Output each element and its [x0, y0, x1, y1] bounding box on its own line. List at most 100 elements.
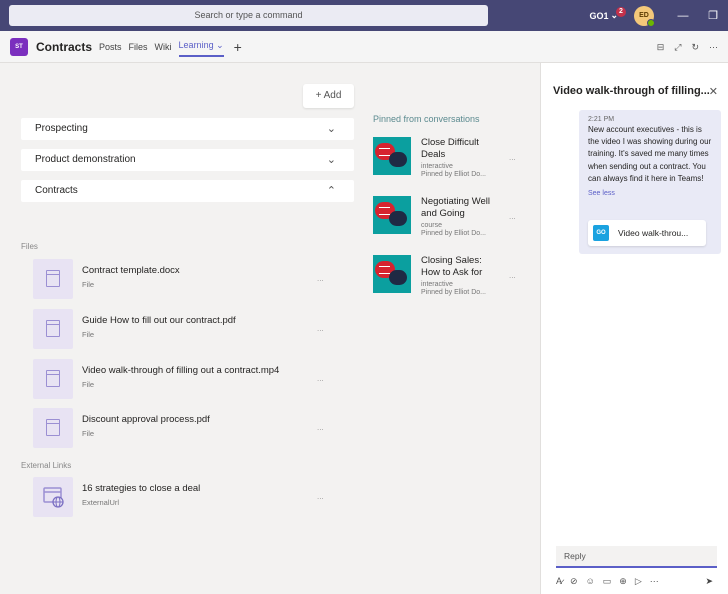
sticker-icon[interactable]: ▭ — [603, 576, 612, 587]
chat-bubbles-icon — [373, 196, 411, 234]
more-options-button[interactable]: ... — [509, 153, 516, 162]
team-avatar: ST — [10, 37, 28, 56]
more-options-button[interactable]: ... — [317, 492, 324, 501]
file-item[interactable]: Discount approval process.pdf File ... — [33, 408, 333, 450]
pinned-by: Pinned by Elliot Do... — [421, 171, 486, 178]
expand-icon[interactable]: ⤢ — [674, 42, 681, 53]
user-initials: ED — [639, 11, 649, 19]
tab-learning[interactable]: Learning ⌄ — [178, 36, 224, 57]
file-type: File — [82, 380, 95, 389]
more-options-button[interactable]: ... — [509, 212, 516, 221]
pinned-item[interactable]: Close Difficult Deals interactive Pinned… — [373, 137, 523, 185]
org-name: GO1 — [589, 10, 609, 21]
web-link-icon — [33, 477, 73, 517]
tab-wiki[interactable]: Wiki — [155, 38, 172, 56]
pinned-title: Negotiating Well and Going — [421, 196, 491, 219]
user-avatar[interactable]: ED — [634, 5, 655, 27]
file-name: Guide How to fill out our contract.pdf — [82, 315, 236, 326]
panel-title: Video walk-through of filling... — [553, 85, 710, 97]
attachment-card[interactable]: GO Video walk-throu... — [588, 220, 706, 246]
chevron-down-icon: ⌄ — [326, 123, 336, 135]
learning-tab-content: + Add Prospecting ⌄ Product demonstratio… — [0, 63, 540, 594]
pinned-item[interactable]: Negotiating Well and Going course Pinned… — [373, 196, 523, 244]
more-options-button[interactable]: ... — [317, 324, 324, 333]
pinned-kind: interactive — [421, 281, 453, 288]
chevron-down-icon: ⌄ — [326, 154, 336, 166]
pinned-title: Close Difficult Deals — [421, 137, 479, 160]
external-links-label: External Links — [21, 461, 72, 470]
pinned-by: Pinned by Elliot Do... — [421, 289, 486, 296]
conversation-icon[interactable]: ⊟ — [657, 42, 665, 53]
link-name: 16 strategies to close a deal — [82, 483, 201, 494]
document-icon — [33, 359, 73, 399]
file-item[interactable]: Video walk-through of filling out a cont… — [33, 359, 333, 401]
add-button[interactable]: + Add — [303, 84, 354, 108]
message-text: New account executives - this is the vid… — [588, 125, 712, 183]
search-input[interactable]: Search or type a command — [9, 5, 488, 26]
org-switcher[interactable]: GO1 ⌄ 2 — [589, 6, 626, 21]
message-timestamp: 2:21 PM — [588, 116, 615, 123]
section-label: Prospecting — [35, 123, 88, 134]
tab-files[interactable]: Files — [129, 38, 148, 56]
file-type: File — [82, 429, 95, 438]
file-item[interactable]: Contract template.docx File ... — [33, 259, 333, 301]
pinned-by: Pinned by Elliot Do... — [421, 230, 486, 237]
reply-input[interactable]: Reply — [556, 546, 717, 568]
presence-available-icon — [647, 18, 655, 27]
stream-icon[interactable]: ▷ — [635, 576, 642, 587]
link-item[interactable]: 16 strategies to close a deal ExternalUr… — [33, 477, 333, 519]
section-label: Contracts — [35, 185, 78, 196]
link-type: ExternalUrl — [82, 498, 120, 507]
file-type: File — [82, 280, 95, 289]
file-name: Video walk-through of filling out a cont… — [82, 365, 280, 376]
pinned-kind: course — [421, 222, 443, 229]
file-item[interactable]: Guide How to fill out our contract.pdf F… — [33, 309, 333, 351]
channel-header: ST Contracts Posts Files Wiki Learning ⌄… — [0, 31, 728, 63]
chevron-up-icon: ⌃ — [326, 185, 336, 197]
notification-badge: 2 — [616, 6, 626, 17]
document-icon — [33, 309, 73, 349]
minimize-button[interactable]: — — [668, 10, 698, 22]
see-less-link[interactable]: See less — [588, 190, 712, 197]
chat-message: 2:21 PM New account executives - this is… — [579, 110, 721, 254]
file-name: Discount approval process.pdf — [82, 414, 210, 425]
pinned-item[interactable]: Closing Sales: How to Ask for interactiv… — [373, 255, 523, 303]
format-icon[interactable]: A̷ — [556, 576, 562, 586]
tab-posts[interactable]: Posts — [99, 38, 122, 56]
send-icon[interactable]: ➤ — [705, 576, 713, 587]
close-button[interactable]: ✕ — [709, 85, 718, 98]
file-name: Contract template.docx — [82, 265, 180, 276]
go1-logo-icon: GO — [593, 225, 609, 241]
more-options-icon[interactable]: ⋯ — [650, 576, 659, 587]
refresh-icon[interactable]: ↻ — [691, 42, 699, 53]
files-label: Files — [21, 242, 38, 251]
more-options-icon[interactable]: ⋯ — [709, 42, 718, 53]
title-bar-right: GO1 ⌄ 2 ED — ❐ — [589, 0, 728, 31]
file-type: File — [82, 330, 95, 339]
conversation-panel: Video walk-through of filling... ✕ 2:21 … — [540, 63, 728, 594]
section-label: Product demonstration — [35, 154, 136, 165]
compose-toolbar: A̷ ⊘ ☺ ▭ ⊕ ▷ ⋯ ➤ — [556, 574, 721, 588]
channel-name: Contracts — [36, 39, 93, 54]
more-options-button[interactable]: ... — [317, 423, 324, 432]
section-contracts[interactable]: Contracts ⌃ — [21, 180, 354, 202]
pinned-kind: interactive — [421, 163, 453, 170]
header-actions: ⊟ ⤢ ↻ ⋯ — [657, 31, 728, 63]
document-icon — [33, 259, 73, 299]
add-tab-button[interactable]: + — [234, 39, 242, 55]
meet-icon[interactable]: ⊕ — [619, 576, 627, 587]
pinned-title: Closing Sales: How to Ask for — [421, 255, 483, 278]
more-options-button[interactable]: ... — [509, 271, 516, 280]
restore-button[interactable]: ❐ — [698, 9, 728, 22]
section-product-demonstration[interactable]: Product demonstration ⌄ — [21, 149, 354, 171]
title-bar: Search or type a command GO1 ⌄ 2 ED — ❐ — [0, 0, 728, 31]
chat-bubbles-icon — [373, 137, 411, 175]
attachment-name: Video walk-throu... — [618, 228, 689, 238]
chat-bubbles-icon — [373, 255, 411, 293]
attach-icon[interactable]: ⊘ — [570, 576, 578, 587]
section-prospecting[interactable]: Prospecting ⌄ — [21, 118, 354, 140]
document-icon — [33, 408, 73, 448]
emoji-icon[interactable]: ☺ — [586, 576, 595, 586]
more-options-button[interactable]: ... — [317, 374, 324, 383]
more-options-button[interactable]: ... — [317, 274, 324, 283]
